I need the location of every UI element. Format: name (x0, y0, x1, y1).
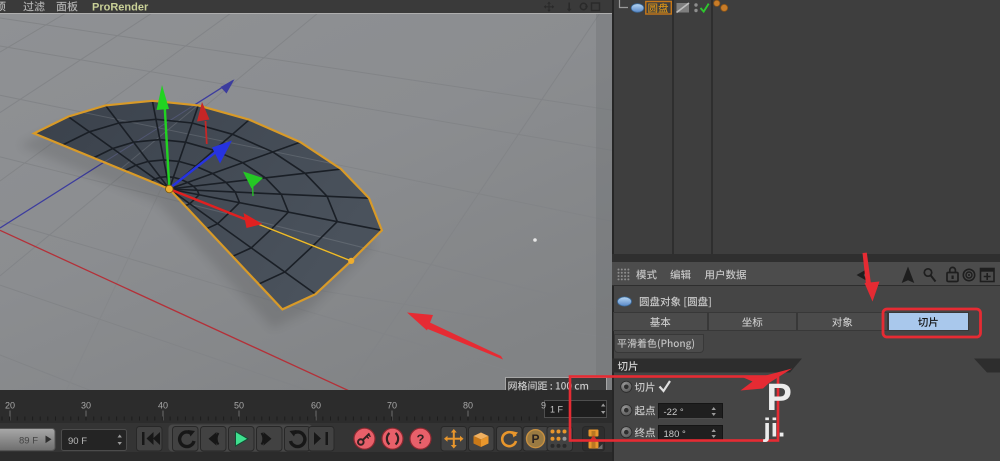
svg-text:-22 °: -22 ° (664, 407, 684, 418)
svg-text:ProRender: ProRender (92, 2, 149, 14)
svg-text:89 F: 89 F (19, 436, 38, 447)
svg-text:50: 50 (234, 401, 244, 411)
svg-text:9: 9 (541, 401, 546, 411)
svg-text:60: 60 (311, 401, 321, 411)
svg-text:1 F: 1 F (550, 405, 564, 415)
svg-text:90 F: 90 F (68, 436, 87, 447)
svg-text:?: ? (417, 431, 425, 446)
svg-text:ji.: ji. (763, 413, 786, 443)
svg-text:30: 30 (81, 401, 91, 411)
svg-text:P: P (531, 432, 539, 446)
svg-text:70: 70 (387, 401, 397, 411)
svg-text:80: 80 (463, 401, 473, 411)
svg-text:20: 20 (5, 401, 15, 411)
svg-text:180 °: 180 ° (664, 429, 686, 440)
svg-text:40: 40 (158, 401, 168, 411)
